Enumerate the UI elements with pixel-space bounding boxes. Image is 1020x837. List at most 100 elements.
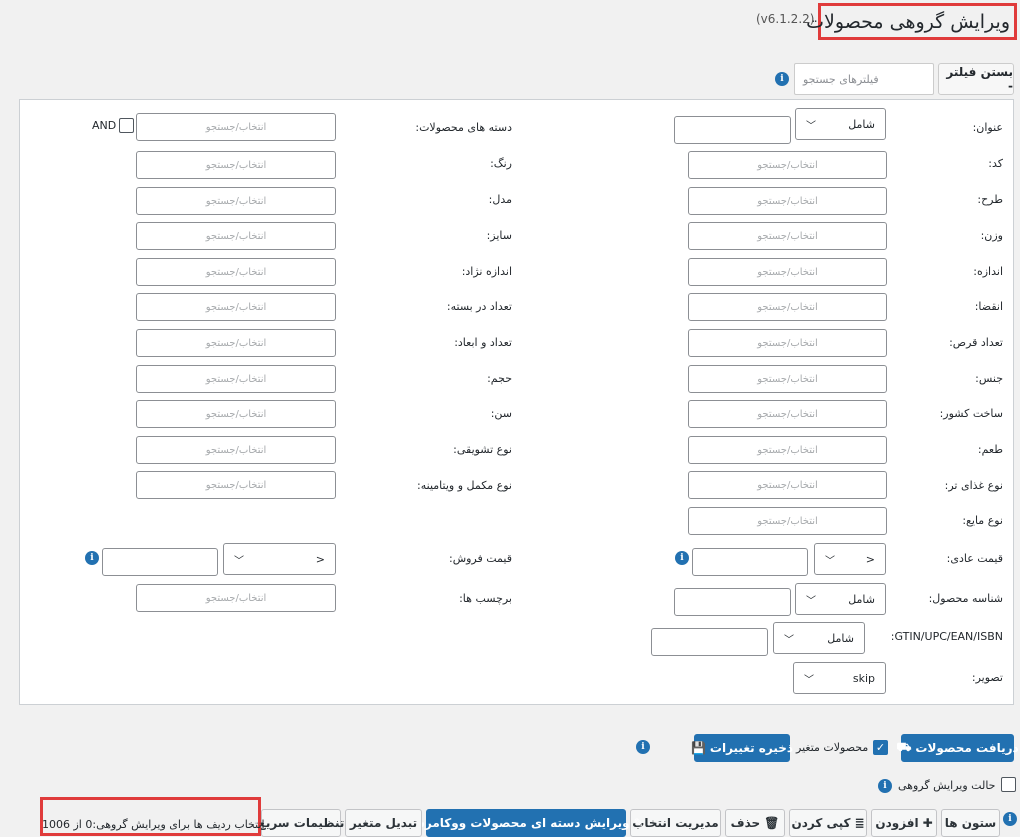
info-icon[interactable]: i xyxy=(675,551,689,565)
color-select[interactable]: انتخاب/جستجو xyxy=(136,151,336,179)
fetch-products-button[interactable]: دریافت محصولات ⛟ xyxy=(896,734,1019,762)
title-label: عنوان: xyxy=(972,121,1003,134)
info-icon[interactable]: i xyxy=(85,551,99,565)
chevron-down-icon: ﹀ xyxy=(234,555,244,567)
gtin-input[interactable] xyxy=(651,628,768,656)
model-label: مدل: xyxy=(488,193,512,206)
bulk-edit-mode-label: حالت ویرایش گروهی xyxy=(898,779,996,792)
page-title: ویرایش گروهی محصولات xyxy=(806,10,1010,33)
tablet-count-label: تعداد قرص: xyxy=(949,336,1003,349)
bulk-edit-mode-checkbox[interactable] xyxy=(1001,777,1016,792)
fetch-products-label: دریافت محصولات xyxy=(915,741,1019,755)
convert-variable-button[interactable]: تبدیل متغیر xyxy=(345,809,422,837)
columns-button[interactable]: ستون ها xyxy=(941,809,1000,837)
expiry-select[interactable]: انتخاب/جستجو xyxy=(688,293,887,321)
and-label: AND xyxy=(92,119,117,132)
delete-label: حذف xyxy=(730,816,761,830)
title-input[interactable] xyxy=(674,116,791,144)
size-select[interactable]: انتخاب/جستجو xyxy=(136,222,336,250)
volume-select[interactable]: انتخاب/جستجو xyxy=(136,365,336,393)
sku-code-label: کد: xyxy=(988,157,1003,170)
selection-status: انتخاب ردیف ها برای ویرایش گروهی:0 از 10… xyxy=(42,817,265,831)
product-id-input[interactable] xyxy=(674,588,791,616)
liquid-type-select[interactable]: انتخاب/جستجو xyxy=(688,507,887,535)
product-id-label: شناسه محصول: xyxy=(928,592,1003,605)
cart-icon: ⛟ xyxy=(896,740,912,754)
treat-type-select[interactable]: انتخاب/جستجو xyxy=(136,436,336,464)
info-icon[interactable]: i xyxy=(878,779,892,793)
close-filter-button[interactable]: بستن فیلتر - xyxy=(938,63,1014,95)
sale-price-label: قیمت فروش: xyxy=(448,552,512,565)
wet-food-type-label: نوع غذای تر: xyxy=(944,479,1003,492)
bulk-edit-categories-button[interactable]: ✎ ویرایش دسته ای محصولات ووکامرس xyxy=(408,809,644,837)
weight-label: وزن: xyxy=(980,229,1003,242)
bulk-edit-categories-label: ویرایش دسته ای محصولات ووکامرس xyxy=(408,816,630,830)
title-operator-select[interactable]: ﹀ شامل xyxy=(795,108,886,140)
and-checkbox[interactable] xyxy=(119,118,134,133)
wet-food-type-select[interactable]: انتخاب/جستجو xyxy=(688,471,887,499)
version-label: (v6.1.2.2) xyxy=(756,12,815,26)
save-changes-label: ذخیره تغییرات xyxy=(709,741,794,755)
regular-price-input[interactable] xyxy=(692,548,808,576)
trash-icon: 🗑 xyxy=(764,816,780,830)
tags-select[interactable]: انتخاب/جستجو xyxy=(136,584,336,612)
quick-settings-button[interactable]: تنظیمات سریع xyxy=(258,809,344,837)
tablet-count-select[interactable]: انتخاب/جستجو xyxy=(688,329,887,357)
size-label: سایز: xyxy=(486,229,512,242)
pack-count-select[interactable]: انتخاب/جستجو xyxy=(136,293,336,321)
filter-search-input[interactable]: فیلترهای جستجو xyxy=(794,63,934,95)
flavor-select[interactable]: انتخاب/جستجو xyxy=(688,436,887,464)
sku-code-select[interactable]: انتخاب/جستجو xyxy=(688,151,887,179)
page-title-box: ویرایش گروهی محصولات xyxy=(806,3,1017,40)
product-categories-select[interactable]: انتخاب/جستجو xyxy=(136,113,336,141)
variable-products-checkbox[interactable]: ✓ xyxy=(873,740,888,755)
sale-price-input[interactable] xyxy=(102,548,218,576)
save-icon: 💾 xyxy=(690,741,706,755)
liquid-type-label: نوع مایع: xyxy=(962,514,1003,527)
country-label: ساخت کشور: xyxy=(939,407,1003,420)
add-button[interactable]: ✚ افزودن xyxy=(871,809,937,837)
country-select[interactable]: انتخاب/جستجو xyxy=(688,400,887,428)
material-label: جنس: xyxy=(975,372,1003,385)
regular-price-label: قیمت عادی: xyxy=(946,552,1003,565)
variable-products-label: محصولات متغیر xyxy=(796,741,869,754)
dimension-select[interactable]: انتخاب/جستجو xyxy=(688,258,887,286)
breed-size-select[interactable]: انتخاب/جستجو xyxy=(136,258,336,286)
chevron-down-icon: ﹀ xyxy=(784,634,794,646)
count-dimensions-select[interactable]: انتخاب/جستجو xyxy=(136,329,336,357)
sale-price-operator-select[interactable]: ﹀ > xyxy=(223,543,336,575)
color-label: رنگ: xyxy=(490,157,512,170)
model-select[interactable]: انتخاب/جستجو xyxy=(136,187,336,215)
image-operator-select[interactable]: ﹀ skip xyxy=(793,662,886,694)
dimension-label: اندازه: xyxy=(973,265,1003,278)
add-label: افزودن xyxy=(875,816,919,830)
duplicate-label: کپی کردن xyxy=(791,816,851,830)
duplicate-button[interactable]: ≣ کپی کردن xyxy=(789,809,867,837)
treat-type-label: نوع تشویقی: xyxy=(453,443,512,456)
supplement-type-select[interactable]: انتخاب/جستجو xyxy=(136,471,336,499)
edit-icon: ✎ xyxy=(633,816,644,830)
info-icon[interactable]: i xyxy=(1003,812,1017,826)
product-id-operator-select[interactable]: ﹀ شامل xyxy=(795,583,886,615)
age-select[interactable]: انتخاب/جستجو xyxy=(136,400,336,428)
delete-button[interactable]: 🗑 حذف xyxy=(725,809,785,837)
pack-count-label: تعداد در بسته: xyxy=(446,300,512,313)
material-select[interactable]: انتخاب/جستجو xyxy=(688,365,887,393)
plus-icon: ✚ xyxy=(922,816,933,830)
info-icon[interactable]: i xyxy=(775,72,789,86)
weight-select[interactable]: انتخاب/جستجو xyxy=(688,222,887,250)
chevron-down-icon: ﹀ xyxy=(806,120,816,132)
design-label: طرح: xyxy=(977,193,1003,206)
regular-price-operator-select[interactable]: ﹀ > xyxy=(814,543,886,575)
info-icon[interactable]: i xyxy=(636,740,650,754)
filter-panel: عنوان: کد: طرح: وزن: اندازه: انقضا: تعدا… xyxy=(19,99,1014,705)
flavor-label: طعم: xyxy=(977,443,1003,456)
breed-size-label: اندازه نژاد: xyxy=(461,265,512,278)
gtin-operator-select[interactable]: ﹀ شامل xyxy=(773,622,865,654)
age-label: سن: xyxy=(490,407,512,420)
save-changes-button[interactable]: ذخیره تغییرات 💾 xyxy=(690,734,794,762)
expiry-label: انقضا: xyxy=(974,300,1003,313)
design-select[interactable]: انتخاب/جستجو xyxy=(688,187,887,215)
supplement-type-label: نوع مکمل و ویتامینه: xyxy=(417,479,512,492)
stack-icon: ≣ xyxy=(854,816,865,830)
